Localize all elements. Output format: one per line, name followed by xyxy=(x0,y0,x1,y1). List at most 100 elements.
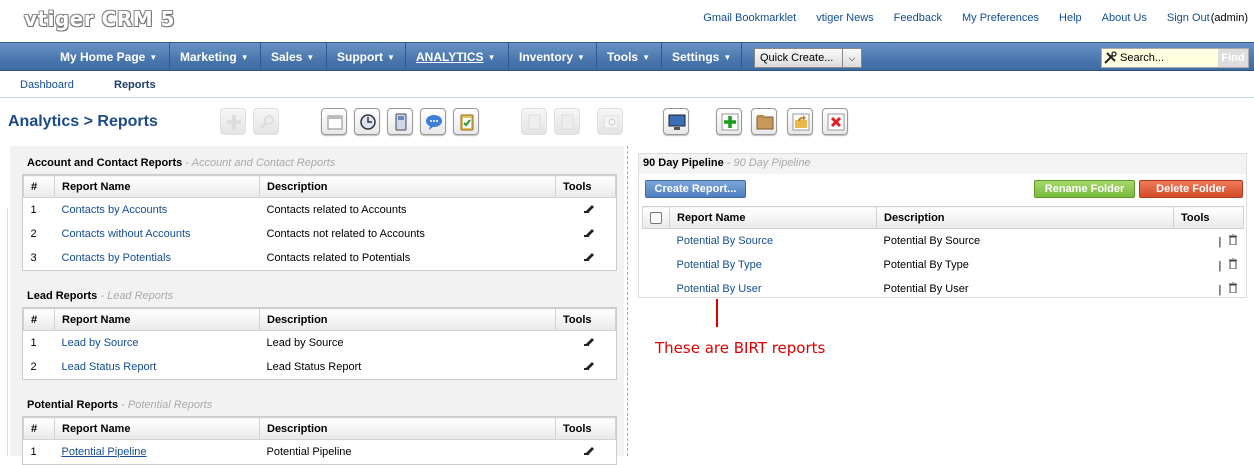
my-preferences-link[interactable]: My Preferences xyxy=(962,12,1039,24)
table-header-row: # Report Name Description Tools xyxy=(23,417,616,440)
report-table: # Report Name Description Tools 1 Potenti… xyxy=(23,417,616,464)
nav-analytics[interactable]: ANALYTICS ▼ xyxy=(406,43,509,71)
add-report-button[interactable] xyxy=(716,108,742,135)
nav-inventory[interactable]: Inventory ▼ xyxy=(509,43,597,71)
report-link[interactable]: Contacts without Accounts xyxy=(62,228,191,240)
clock-button[interactable] xyxy=(354,108,380,135)
search-input[interactable]: Search... xyxy=(1120,52,1164,64)
section-title: Potential Reports xyxy=(27,399,119,411)
nav-my-home-page[interactable]: My Home Page ▼ xyxy=(50,43,170,71)
rename-folder-button[interactable]: Rename Folder xyxy=(1034,180,1135,198)
edit-icon[interactable] xyxy=(583,203,595,215)
report-table: # Report Name Description Tools 1 Contact… xyxy=(23,175,616,270)
nav-label: Settings xyxy=(672,50,720,64)
column-tools: Tools xyxy=(1173,206,1244,229)
quick-create-select[interactable]: Quick Create... ⌵ xyxy=(754,48,862,68)
delete-button[interactable] xyxy=(822,108,848,135)
create-report-button[interactable]: Create Report... xyxy=(645,180,746,198)
app-logo: vtiger CRM 5 xyxy=(24,7,176,31)
select-all-checkbox[interactable] xyxy=(650,211,662,224)
section-account-contact: Account and Contact Reports - Account an… xyxy=(22,152,617,271)
nav-sales[interactable]: Sales ▼ xyxy=(261,43,327,71)
annotation-text: These are BIRT reports xyxy=(655,339,826,357)
find-button[interactable]: Find xyxy=(1218,49,1248,67)
vtiger-news-link[interactable]: vtiger News xyxy=(816,12,873,24)
tools-separator: | xyxy=(1218,235,1222,248)
calculator-button[interactable] xyxy=(387,108,413,135)
row-num: 1 xyxy=(30,445,37,458)
feedback-link[interactable]: Feedback xyxy=(894,12,942,24)
table-row: Potential By User Potential By User | xyxy=(643,277,1244,301)
report-table-box: # Report Name Description Tools 1 Potenti… xyxy=(22,416,617,465)
column-num: # xyxy=(23,417,55,440)
report-link[interactable]: Contacts by Potentials xyxy=(62,252,171,264)
panel-divider xyxy=(627,146,628,456)
calendar-button[interactable] xyxy=(321,108,347,135)
table-header-row: # Report Name Description Tools xyxy=(23,175,616,198)
nav-tools[interactable]: Tools ▼ xyxy=(597,43,662,71)
column-tools: Tools xyxy=(555,308,616,331)
report-table-box: # Report Name Description Tools 1 Contact… xyxy=(22,174,617,271)
folder-report-table: Report Name Description Tools Potential … xyxy=(642,206,1244,301)
subnav-reports[interactable]: Reports xyxy=(114,79,156,91)
trash-icon[interactable] xyxy=(1228,257,1238,272)
nav-settings[interactable]: Settings ▼ xyxy=(662,43,742,71)
subnav-dashboard[interactable]: Dashboard xyxy=(20,79,74,91)
sign-out-link[interactable]: Sign Out xyxy=(1167,12,1210,24)
table-row: 2 Contacts without Accounts Contacts not r… xyxy=(24,222,616,246)
report-link[interactable]: Potential By Source xyxy=(677,235,774,247)
chat-button[interactable] xyxy=(420,108,446,135)
chevron-down-icon: ⌵ xyxy=(842,49,861,67)
section-header: Lead Reports - Lead Reports xyxy=(22,285,617,307)
edit-icon[interactable] xyxy=(583,360,595,371)
export-disabled-button xyxy=(554,108,580,135)
section-subtitle: - Potential Reports xyxy=(121,399,213,411)
column-description: Description xyxy=(259,417,556,440)
column-description: Description xyxy=(259,175,556,198)
column-tools: Tools xyxy=(555,175,616,198)
nav-label: My Home Page xyxy=(60,50,146,64)
delete-folder-button[interactable]: Delete Folder xyxy=(1139,180,1243,198)
trash-icon[interactable] xyxy=(1228,281,1238,296)
report-link[interactable]: Lead by Source xyxy=(62,337,139,349)
section-potential: Potential Reports - Potential Reports # … xyxy=(22,394,617,465)
report-link[interactable]: Contacts by Accounts xyxy=(62,204,168,216)
about-us-link[interactable]: About Us xyxy=(1102,12,1147,24)
trash-icon[interactable] xyxy=(1228,233,1238,248)
section-subtitle: - Lead Reports xyxy=(100,290,174,302)
new-folder-button[interactable] xyxy=(751,108,777,135)
report-link[interactable]: Lead Status Report xyxy=(62,361,157,373)
report-link[interactable]: Potential By Type xyxy=(677,259,762,271)
section-header: Account and Contact Reports - Account an… xyxy=(22,152,617,174)
table-row: 1 Contacts by Accounts Contacts related to… xyxy=(24,198,616,222)
caret-down-icon: ▼ xyxy=(306,53,315,62)
report-link[interactable]: Potential By User xyxy=(677,283,762,295)
edit-icon[interactable] xyxy=(583,445,595,457)
import-disabled-button xyxy=(521,108,547,135)
search-box[interactable]: Search... Find xyxy=(1101,48,1249,68)
column-report-name: Report Name xyxy=(54,417,260,440)
edit-icon[interactable] xyxy=(583,251,595,262)
help-link[interactable]: Help xyxy=(1059,12,1082,24)
row-desc: Lead Status Report xyxy=(266,360,362,373)
nav-label: Sales xyxy=(271,50,303,64)
nav-support[interactable]: Support ▼ xyxy=(327,43,406,71)
clipboard-button[interactable] xyxy=(453,108,479,135)
edit-icon[interactable] xyxy=(583,227,595,238)
nav-marketing[interactable]: Marketing ▼ xyxy=(170,43,261,71)
tools-separator: | xyxy=(1218,283,1222,296)
caret-down-icon: ▼ xyxy=(642,53,651,62)
move-report-button[interactable] xyxy=(787,108,813,135)
gmail-bookmarklet-link[interactable]: Gmail Bookmarklet xyxy=(703,12,796,24)
top-links: Gmail Bookmarklet vtiger News Feedback M… xyxy=(683,12,1248,24)
add-disabled-button xyxy=(220,108,246,135)
section-header: Potential Reports - Potential Reports xyxy=(22,394,617,416)
breadcrumb-module[interactable]: Analytics xyxy=(8,113,79,130)
column-report-name: Report Name xyxy=(54,308,260,331)
table-row: 3 Contacts by Potentials Contacts related … xyxy=(24,246,616,270)
current-user: (admin) xyxy=(1210,12,1248,24)
monitor-button[interactable] xyxy=(663,108,689,135)
row-desc: Contacts related to Potentials xyxy=(266,251,411,264)
table-row: Potential By Source Potential By Source | xyxy=(643,229,1244,253)
edit-icon[interactable] xyxy=(583,336,595,348)
